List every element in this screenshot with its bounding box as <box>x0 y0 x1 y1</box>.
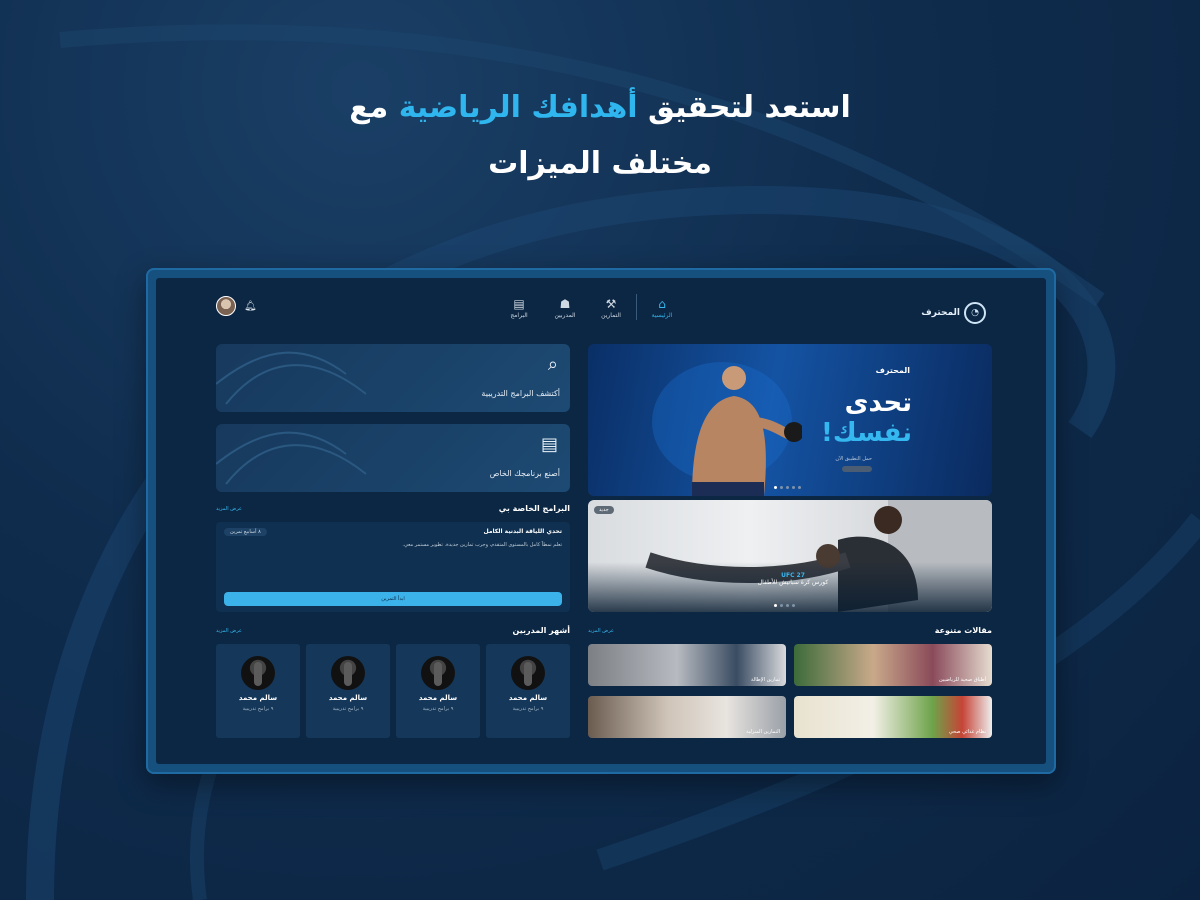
hero-banner[interactable]: المحترف تحدى نفسك! حمل التطبيق الآن <box>588 344 992 496</box>
trainer-programs: ٩ برامج تدريبية <box>512 706 544 712</box>
hero-title: تحدى نفسك! <box>821 388 912 448</box>
trainer-card[interactable]: سالم محمد ٩ برامج تدريبية <box>396 644 480 738</box>
promo-banner[interactable]: جديد UFC 27 كورس كرة سبانيش للأطفال <box>588 500 992 612</box>
nav-trainers[interactable]: ☗ المدربين <box>542 294 588 320</box>
store-badge[interactable] <box>842 466 872 472</box>
discover-programs-card[interactable]: ⌕ أكتشف البرامج التدريبية <box>216 344 570 412</box>
athlete-image <box>652 362 802 496</box>
my-programs-title: البرامج الخاصة بي <box>498 504 570 513</box>
trainer-avatar <box>331 656 365 690</box>
tablet-frame: المحترف ◔ ⌂ الرئيسية ⚒ التمارين ☗ المدرب… <box>146 268 1056 774</box>
articles-title: مقالات متنوعة <box>934 626 992 635</box>
article-card[interactable]: التمارين المنزلية <box>588 696 786 738</box>
clipboard-icon: ▤ <box>540 434 558 455</box>
program-card[interactable]: تحدي اللياقة البدنية الكامل ٨ أسابيع تمر… <box>216 522 570 612</box>
trainer-card[interactable]: سالم محمد ٩ برامج تدريبية <box>216 644 300 738</box>
bell-icon[interactable]: 🔔︎ <box>244 301 257 312</box>
nav-divider <box>636 294 637 320</box>
clipboard-icon: ▤ <box>513 297 525 311</box>
banner-carousel-dots[interactable] <box>774 604 795 607</box>
trainer-programs: ٩ برامج تدريبية <box>422 706 454 712</box>
trainers-icon: ☗ <box>559 297 571 311</box>
trainer-programs: ٩ برامج تدريبية <box>332 706 364 712</box>
hero-brand: المحترف <box>875 366 910 375</box>
top-trainers-title: أشهر المدربين <box>512 626 570 635</box>
hero-subtitle: حمل التطبيق الآن <box>835 456 872 462</box>
user-avatar[interactable] <box>216 296 236 316</box>
trainer-avatar <box>511 656 545 690</box>
start-workout-button[interactable]: ابدأ التمرين <box>224 592 562 606</box>
home-icon: ⌂ <box>658 297 666 311</box>
headline-line1: استعد لتحقيق أهدافك الرياضية مع <box>349 90 851 125</box>
trainer-name: سالم محمد <box>418 694 458 702</box>
logo-icon: ◔ <box>964 302 986 324</box>
headline-line2: مختلف الميزات <box>488 146 712 181</box>
program-name: تحدي اللياقة البدنية الكامل <box>483 528 562 535</box>
top-trainers-more-link[interactable]: عرض المزيد <box>216 628 242 634</box>
trainer-name: سالم محمد <box>328 694 368 702</box>
create-program-label: أصنع برنامجك الخاص <box>489 469 560 478</box>
article-card[interactable]: نظام غذائي صحي <box>794 696 992 738</box>
article-label: تمارين الإطالة <box>751 677 780 683</box>
app-logo[interactable]: المحترف ◔ <box>921 302 986 324</box>
trainer-avatar <box>421 656 455 690</box>
program-duration-badge: ٨ أسابيع تمرين <box>224 528 267 536</box>
nav-programs[interactable]: ▤ البرامج <box>496 294 542 320</box>
discover-programs-label: أكتشف البرامج التدريبية <box>481 389 560 398</box>
headline-highlight: أهدافك الرياضية <box>398 90 638 125</box>
app-screen: المحترف ◔ ⌂ الرئيسية ⚒ التمارين ☗ المدرب… <box>156 278 1046 764</box>
promo-headline: استعد لتحقيق أهدافك الرياضية مع مختلف ال… <box>0 80 1200 192</box>
articles-more-link[interactable]: عرض المزيد <box>588 628 614 634</box>
trainer-avatar <box>241 656 275 690</box>
trainer-card[interactable]: سالم محمد ٩ برامج تدريبية <box>306 644 390 738</box>
main-nav: ⌂ الرئيسية ⚒ التمارين ☗ المدربين ▤ البرا… <box>496 294 685 320</box>
logo-text: المحترف <box>921 308 960 318</box>
trainer-programs: ٩ برامج تدريبية <box>242 706 274 712</box>
nav-home[interactable]: ⌂ الرئيسية <box>639 294 685 320</box>
article-card[interactable]: تمارين الإطالة <box>588 644 786 686</box>
trainer-name: سالم محمد <box>508 694 548 702</box>
article-card[interactable]: أطباق صحية للرياضيين <box>794 644 992 686</box>
my-programs-more-link[interactable]: عرض المزيد <box>216 506 242 512</box>
program-description: تعلم نمطاً كامل بالمستوى المتقدم، وجرب ت… <box>402 542 562 548</box>
card-pattern <box>216 351 367 405</box>
trainer-card[interactable]: سالم محمد ٩ برامج تدريبية <box>486 644 570 738</box>
dumbbell-icon: ⚒ <box>605 297 617 311</box>
article-label: التمارين المنزلية <box>746 729 780 735</box>
nav-exercises[interactable]: ⚒ التمارين <box>588 294 634 320</box>
search-icon: ⌕ <box>547 354 558 375</box>
trainer-name: سالم محمد <box>238 694 278 702</box>
article-label: نظام غذائي صحي <box>948 729 986 735</box>
banner-caption: UFC 27 كورس كرة سبانيش للأطفال <box>757 572 829 586</box>
new-tag: جديد <box>594 506 614 514</box>
user-area: 🔔︎ <box>216 296 257 316</box>
hero-carousel-dots[interactable] <box>774 486 801 489</box>
create-program-card[interactable]: ▤ أصنع برنامجك الخاص <box>216 424 570 492</box>
card-pattern <box>216 431 367 485</box>
article-label: أطباق صحية للرياضيين <box>938 677 986 683</box>
